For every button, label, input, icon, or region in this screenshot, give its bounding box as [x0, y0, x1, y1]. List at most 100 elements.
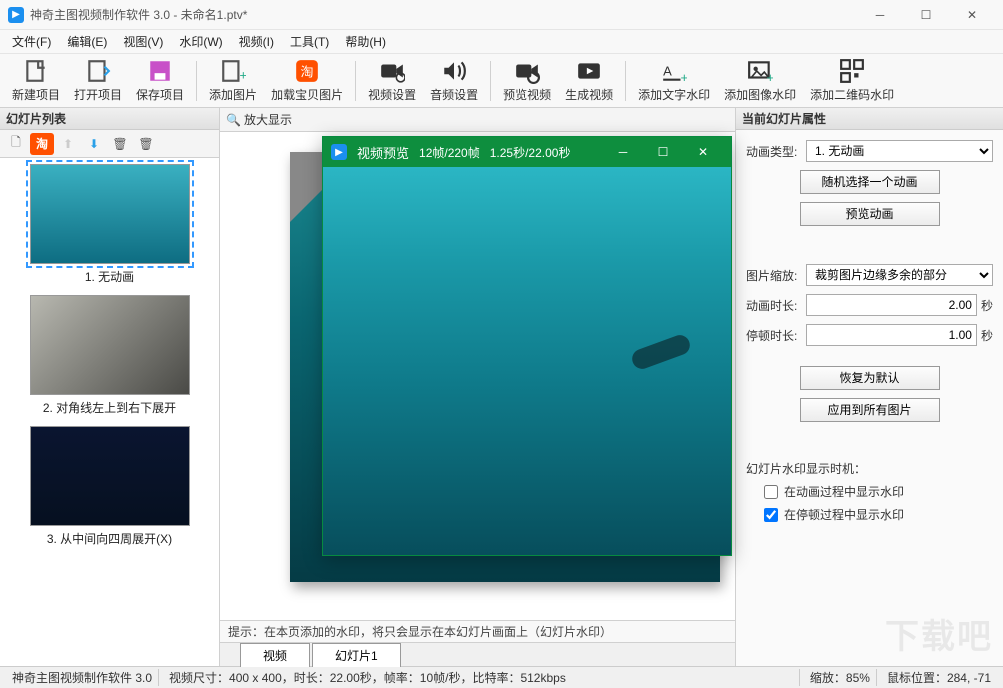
hint-bar: 提示：在本页添加的水印，将只会显示在本幻灯片画面上（幻灯片水印）	[220, 620, 735, 642]
slide-item[interactable]: 1. 无动画	[6, 164, 213, 285]
properties-header: 当前幻灯片属性	[736, 108, 1003, 130]
window-title: 神奇主图视频制作软件 3.0 - 未命名1.ptv*	[30, 6, 247, 23]
add-qr-wm-button[interactable]: 添加二维码水印	[804, 56, 900, 105]
preview-video-icon	[514, 58, 540, 84]
add-image-wm-icon: +	[747, 58, 773, 84]
preview-title-label: 视频预览	[357, 143, 409, 162]
open-project-icon	[85, 58, 111, 84]
slide-toolbar: 🗋 淘 ⬆ ⬇ 🗑 🗑	[0, 130, 219, 158]
add-qr-wm-label: 添加二维码水印	[810, 86, 894, 103]
properties-panel: 当前幻灯片属性 动画类型: 1. 无动画 随机选择一个动画 预览动画 图片缩放:…	[735, 108, 1003, 666]
window-controls: ─ ☐ ✕	[857, 0, 995, 30]
wm-during-pause-label: 在停顿过程中显示水印	[784, 506, 904, 523]
svg-text:+: +	[767, 70, 774, 84]
slide-item[interactable]: 3. 从中间向四周展开(X)	[6, 426, 213, 547]
slide-list-header: 幻灯片列表	[0, 108, 219, 130]
wm-during-pause-checkbox[interactable]	[764, 508, 778, 522]
bottom-tabs: 视频幻灯片1	[220, 642, 735, 666]
app-icon: ▶	[8, 7, 24, 23]
video-settings-button[interactable]: 视频设置	[362, 56, 422, 105]
menu-水印(W)[interactable]: 水印(W)	[171, 30, 230, 53]
move-down-icon[interactable]: ⬇	[82, 133, 106, 155]
menu-工具(T)[interactable]: 工具(T)	[282, 30, 337, 53]
add-text-wm-button[interactable]: A + 添加文字水印	[632, 56, 716, 105]
svg-text:淘: 淘	[301, 64, 314, 79]
wm-during-anim-checkbox[interactable]	[764, 485, 778, 499]
menu-文件(F)[interactable]: 文件(F)	[4, 30, 59, 53]
close-button[interactable]: ✕	[949, 0, 995, 30]
new-project-icon	[23, 58, 49, 84]
scale-select[interactable]: 裁剪图片边缘多余的部分	[806, 264, 993, 286]
slide-thumbnail[interactable]	[30, 164, 190, 264]
add-qr-wm-icon	[839, 58, 865, 84]
preview-content	[323, 167, 731, 555]
maximize-button[interactable]: ☐	[903, 0, 949, 30]
open-project-button[interactable]: 打开项目	[68, 56, 128, 105]
preview-window[interactable]: ▶ 视频预览 12帧/220帧 1.25秒/22.00秒 ─ ☐ ✕	[322, 136, 732, 556]
preview-anim-button[interactable]: 预览动画	[800, 202, 940, 226]
svg-text:A: A	[663, 63, 672, 78]
new-project-label: 新建项目	[12, 86, 60, 103]
slide-item[interactable]: 2. 对角线左上到右下展开	[6, 295, 213, 416]
audio-settings-icon	[441, 58, 467, 84]
menu-编辑(E)[interactable]: 编辑(E)	[59, 30, 115, 53]
build-video-button[interactable]: 生成视频	[559, 56, 619, 105]
random-anim-button[interactable]: 随机选择一个动画	[800, 170, 940, 194]
slide-caption: 3. 从中间向四周展开(X)	[6, 530, 213, 547]
preview-app-icon: ▶	[331, 144, 347, 160]
audio-settings-button[interactable]: 音频设置	[424, 56, 484, 105]
load-taobao-button[interactable]: 淘加载宝贝图片	[265, 56, 349, 105]
build-video-label: 生成视频	[565, 86, 613, 103]
delete-icon[interactable]: 🗑	[108, 133, 132, 155]
audio-settings-label: 音频设置	[430, 86, 478, 103]
main-toolbar: 新建项目打开项目保存项目 + 添加图片淘加载宝贝图片视频设置音频设置 预览视频生成视频…	[0, 54, 1003, 108]
move-up-icon[interactable]: ⬆	[56, 133, 80, 155]
anim-type-select[interactable]: 1. 无动画	[806, 140, 993, 162]
menu-视频(I)[interactable]: 视频(I)	[231, 30, 282, 53]
slide-thumbnail[interactable]	[30, 295, 190, 395]
status-zoom: 缩放：85%	[804, 669, 877, 686]
menu-视图(V)[interactable]: 视图(V)	[115, 30, 171, 53]
pause-duration-input[interactable]	[806, 324, 977, 346]
slide-thumbnail[interactable]	[30, 426, 190, 526]
preview-video-button[interactable]: 预览视频	[497, 56, 557, 105]
add-image-wm-button[interactable]: +添加图像水印	[718, 56, 802, 105]
taobao-icon[interactable]: 淘	[30, 133, 54, 155]
preview-time-stat: 1.25秒/22.00秒	[490, 144, 571, 161]
preview-close-button[interactable]: ✕	[683, 137, 723, 167]
pause-duration-label: 停顿时长:	[746, 327, 806, 344]
menubar: 文件(F)编辑(E)视图(V)水印(W)视频(I)工具(T)帮助(H)	[0, 30, 1003, 54]
apply-all-button[interactable]: 应用到所有图片	[800, 398, 940, 422]
add-image-label: 添加图片	[209, 86, 257, 103]
add-slide-icon[interactable]: 🗋	[4, 133, 28, 155]
minimize-button[interactable]: ─	[857, 0, 903, 30]
anim-duration-input[interactable]	[806, 294, 977, 316]
svg-text:+: +	[681, 70, 688, 84]
reset-button[interactable]: 恢复为默认	[800, 366, 940, 390]
preview-frame-stat: 12帧/220帧	[419, 144, 480, 161]
zoom-in-button[interactable]: 🔍放大显示	[226, 111, 292, 128]
preview-minimize-button[interactable]: ─	[603, 137, 643, 167]
build-video-icon	[576, 58, 602, 84]
svg-text:+: +	[240, 68, 247, 83]
add-text-wm-label: 添加文字水印	[638, 86, 710, 103]
slide-list[interactable]: 1. 无动画2. 对角线左上到右下展开 3. 从中间向四周展开(X)	[0, 158, 219, 666]
menu-帮助(H)[interactable]: 帮助(H)	[337, 30, 394, 53]
seconds-unit: 秒	[981, 327, 993, 344]
preview-maximize-button[interactable]: ☐	[643, 137, 683, 167]
tab-幻灯片1[interactable]: 幻灯片1	[312, 643, 401, 667]
save-project-label: 保存项目	[136, 86, 184, 103]
add-image-button[interactable]: + 添加图片	[203, 56, 263, 105]
anim-type-label: 动画类型:	[746, 143, 806, 160]
open-project-label: 打开项目	[74, 86, 122, 103]
preview-titlebar[interactable]: ▶ 视频预览 12帧/220帧 1.25秒/22.00秒 ─ ☐ ✕	[323, 137, 731, 167]
clear-icon[interactable]: 🗑	[134, 133, 158, 155]
status-mouse: 鼠标位置：284, -71	[881, 669, 997, 686]
preview-video-label: 预览视频	[503, 86, 551, 103]
save-project-button[interactable]: 保存项目	[130, 56, 190, 105]
wm-during-anim-label: 在动画过程中显示水印	[784, 483, 904, 500]
new-project-button[interactable]: 新建项目	[6, 56, 66, 105]
anim-duration-label: 动画时长:	[746, 297, 806, 314]
titlebar: ▶ 神奇主图视频制作软件 3.0 - 未命名1.ptv* ─ ☐ ✕	[0, 0, 1003, 30]
tab-视频[interactable]: 视频	[240, 643, 310, 667]
